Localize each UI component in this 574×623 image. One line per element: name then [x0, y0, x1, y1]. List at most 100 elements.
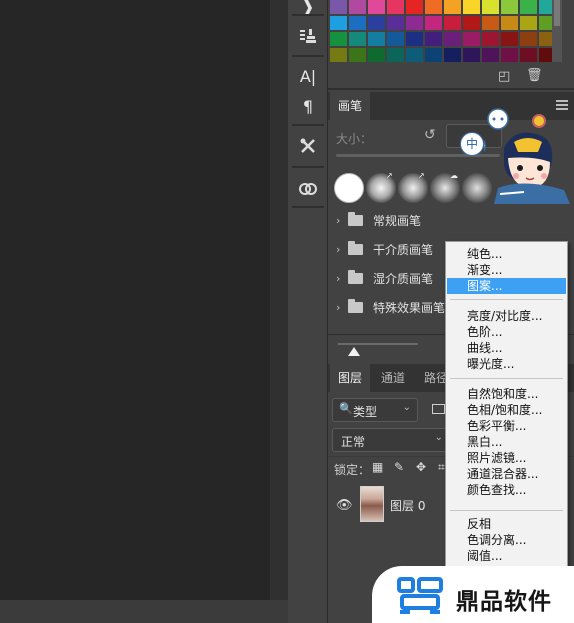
chevron-down-icon: ⌄	[434, 432, 443, 443]
menu-item[interactable]: 自然饱和度...	[447, 386, 566, 402]
color-swatch[interactable]	[406, 32, 423, 46]
pressure-badge-icon: ↗	[418, 171, 425, 180]
color-swatch[interactable]	[349, 32, 366, 46]
preview-size-thumb[interactable]	[348, 347, 360, 356]
color-swatch[interactable]	[425, 48, 442, 62]
color-swatch[interactable]	[387, 16, 404, 30]
lock-artboard-icon[interactable]: ⌗	[438, 460, 445, 475]
color-swatch[interactable]	[444, 48, 461, 62]
color-swatch[interactable]	[349, 48, 366, 62]
layer-filter-select[interactable]: 🔍 类型 ⌄	[332, 398, 418, 422]
hard-round-brush[interactable]	[334, 173, 364, 203]
tool-separator	[292, 166, 324, 168]
color-swatch[interactable]	[463, 16, 480, 30]
color-swatch[interactable]	[330, 32, 347, 46]
color-swatch[interactable]	[463, 48, 480, 62]
color-swatch[interactable]	[387, 32, 404, 46]
color-swatch[interactable]	[482, 48, 499, 62]
color-swatch[interactable]	[406, 0, 423, 14]
menu-item[interactable]: 色阶...	[447, 324, 566, 340]
menu-item[interactable]: 通道混合器...	[447, 466, 566, 482]
color-swatch[interactable]	[406, 48, 423, 62]
creative-cloud-libraries-icon[interactable]	[288, 174, 328, 202]
color-swatch[interactable]	[330, 0, 347, 14]
tab-brushes[interactable]: 画笔	[330, 92, 371, 120]
character-panel-icon[interactable]: A|	[288, 62, 328, 90]
color-swatch[interactable]	[520, 0, 537, 14]
color-swatch[interactable]	[501, 32, 518, 46]
menu-item[interactable]: 颜色查找...	[447, 482, 566, 498]
chevron-right-icon[interactable]: ›	[336, 214, 348, 227]
color-swatch[interactable]	[520, 16, 537, 30]
color-swatch[interactable]	[425, 32, 442, 46]
menu-item[interactable]: 色调分离...	[447, 532, 566, 548]
color-swatch[interactable]	[501, 0, 518, 14]
color-swatch[interactable]	[349, 16, 366, 30]
clone-source-icon[interactable]	[288, 22, 328, 50]
pressure-badge-icon: ↗	[386, 171, 393, 180]
layer-name[interactable]: 图层 0	[390, 497, 425, 514]
brush-folder[interactable]: › 常规画笔	[328, 206, 574, 235]
color-swatch[interactable]	[330, 48, 347, 62]
color-swatch[interactable]	[387, 0, 404, 14]
trash-icon[interactable]: 🗑	[526, 68, 543, 83]
new-swatch-icon[interactable]: ◰	[498, 69, 510, 84]
menu-item[interactable]: 纯色...	[447, 246, 566, 262]
color-swatch[interactable]	[368, 0, 385, 14]
color-swatch[interactable]	[406, 16, 423, 30]
color-swatch[interactable]	[349, 0, 366, 14]
chevron-right-icon[interactable]: ›	[336, 272, 348, 285]
blend-mode-select[interactable]: 正常 ⌄	[332, 428, 450, 452]
paragraph-panel-icon[interactable]: ¶	[288, 92, 328, 120]
menu-item[interactable]: 曲线...	[447, 340, 566, 356]
color-swatch[interactable]	[368, 48, 385, 62]
lock-position-icon[interactable]: ✥	[416, 460, 426, 474]
color-swatch[interactable]	[444, 16, 461, 30]
image-filter-icon[interactable]	[432, 404, 445, 414]
menu-item[interactable]: 阈值...	[447, 548, 566, 564]
swatches-footer: ◰ 🗑	[328, 62, 574, 90]
color-swatch[interactable]	[482, 32, 499, 46]
tab-layers[interactable]: 图层	[330, 364, 371, 392]
color-swatch[interactable]	[425, 0, 442, 14]
color-swatch[interactable]	[463, 0, 480, 14]
color-swatch[interactable]	[368, 16, 385, 30]
swatches-scroll-thumb[interactable]	[554, 0, 560, 26]
color-swatch[interactable]	[444, 32, 461, 46]
menu-item[interactable]: 色相/饱和度...	[447, 402, 566, 418]
color-swatch[interactable]	[368, 32, 385, 46]
chevron-right-icon[interactable]: ›	[336, 301, 348, 314]
tool-separator	[292, 14, 324, 16]
color-swatch[interactable]	[330, 16, 347, 30]
color-swatch[interactable]	[463, 32, 480, 46]
color-swatch[interactable]	[425, 16, 442, 30]
color-swatch[interactable]	[482, 0, 499, 14]
color-swatch[interactable]	[501, 16, 518, 30]
mascot-badge: 中	[460, 132, 484, 156]
lock-pixels-icon[interactable]: ✎	[394, 460, 404, 474]
color-swatch[interactable]	[482, 16, 499, 30]
menu-item[interactable]: 黑白...	[447, 434, 566, 450]
brush-size-label: 大小：	[336, 132, 373, 146]
preview-size-track[interactable]	[338, 343, 418, 345]
color-swatch[interactable]	[387, 48, 404, 62]
menu-item[interactable]: 反相	[447, 516, 566, 532]
menu-item[interactable]: 图案...	[447, 278, 566, 294]
menu-item[interactable]: 曝光度...	[447, 356, 566, 372]
menu-item[interactable]: 色彩平衡...	[447, 418, 566, 434]
menu-item[interactable]: 渐变...	[447, 262, 566, 278]
menu-item[interactable]: 亮度/对比度...	[447, 308, 566, 324]
color-swatch[interactable]	[520, 48, 537, 62]
chevron-right-icon[interactable]: ›	[336, 243, 348, 256]
tab-channels[interactable]: 通道	[373, 364, 413, 392]
menu-item[interactable]: 照片滤镜...	[447, 450, 566, 466]
brush-tool-icon[interactable]: ❱	[288, 0, 328, 20]
reset-size-icon[interactable]: ↺	[424, 127, 436, 143]
color-swatch[interactable]	[444, 0, 461, 14]
eye-icon[interactable]: 👁	[336, 498, 353, 513]
lock-transparent-icon[interactable]: ▦	[372, 460, 383, 474]
color-swatch[interactable]	[501, 48, 518, 62]
color-swatch[interactable]	[520, 32, 537, 46]
tool-presets-icon[interactable]	[288, 132, 328, 160]
document-canvas[interactable]	[0, 0, 270, 600]
